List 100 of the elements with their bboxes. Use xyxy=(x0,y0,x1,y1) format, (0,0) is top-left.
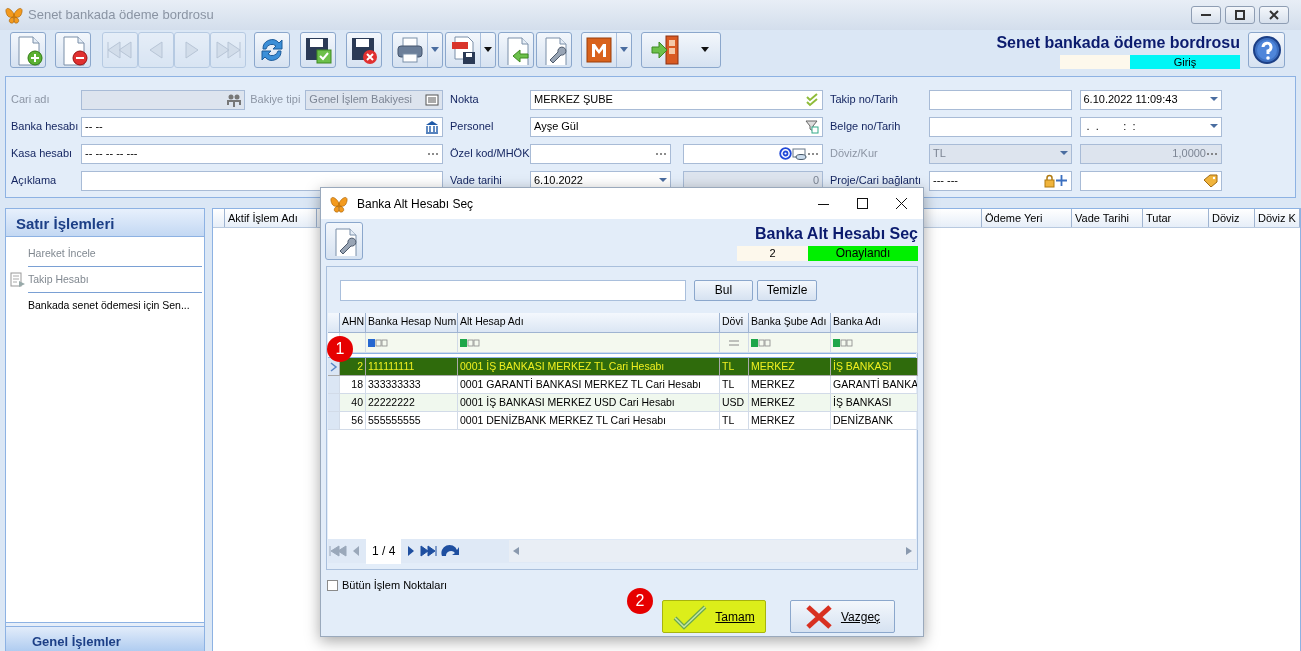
input-field[interactable] xyxy=(1079,170,1222,191)
checkbox[interactable] xyxy=(327,579,338,591)
filter-cell[interactable] xyxy=(831,333,918,353)
wrench-button[interactable] xyxy=(536,32,572,68)
check-icon xyxy=(673,603,708,630)
table-row[interactable]: 2 111111111 0001 İŞ BANKASI MERKEZ TL Cari Hesabı TL MERKEZ İŞ BANKASI xyxy=(328,358,916,376)
checkbox-label: Bütün İşlem Noktaları xyxy=(342,577,448,593)
table-cell: 40 xyxy=(340,394,366,412)
eye-icon xyxy=(792,147,807,160)
maximize-icon xyxy=(857,198,868,209)
search-field[interactable] xyxy=(340,279,686,301)
column-header[interactable]: Tutar xyxy=(1143,209,1209,227)
filter-cell[interactable] xyxy=(458,333,720,353)
first-icon xyxy=(328,544,348,558)
table-cell: İŞ BANKASI xyxy=(831,394,918,412)
app-tile-icon xyxy=(584,35,614,65)
input-field[interactable]: -- -- -- -- --- xyxy=(81,143,443,164)
field-label: Açıklama xyxy=(11,173,58,189)
scroll-left-icon xyxy=(513,547,520,555)
table-cell: MERKEZ xyxy=(749,394,831,412)
table-cell: 56 xyxy=(340,412,366,430)
filter-icon xyxy=(368,337,390,348)
table-cell: MERKEZ xyxy=(749,358,831,376)
panel-title: Satır İşlemleri xyxy=(6,209,204,237)
field-label: Nokta xyxy=(450,92,480,108)
exit-door-button[interactable] xyxy=(641,32,721,68)
table-cell: 0001 DENİZBANK MERKEZ TL Cari Hesabı xyxy=(458,412,720,430)
column-header[interactable]: Banka Hesap Num xyxy=(366,313,458,333)
last-icon xyxy=(419,544,440,558)
dialog-heading: Banka Alt Hesabı Seç xyxy=(754,224,918,244)
save-cancel-button[interactable] xyxy=(346,32,382,68)
cross-icon xyxy=(804,603,833,630)
column-header[interactable]: AHN xyxy=(340,313,366,333)
maximize-button[interactable] xyxy=(1225,6,1255,24)
table-row[interactable]: 40 22222222 0001 İŞ BANKASI MERKEZ USD Cari Hesabı USD MERKEZ İŞ BANKASI xyxy=(328,394,916,412)
first-icon xyxy=(105,39,135,61)
caret-icon xyxy=(1210,97,1218,102)
printer-button[interactable] xyxy=(392,32,443,68)
input-field[interactable] xyxy=(929,89,1072,110)
input-field[interactable] xyxy=(81,170,443,191)
pdf-save-button[interactable] xyxy=(445,32,496,68)
input-field[interactable]: MERKEZ ŞUBE xyxy=(530,89,823,110)
find-button[interactable]: Bul xyxy=(694,279,753,301)
input-field[interactable] xyxy=(530,143,671,164)
document-add-button[interactable] xyxy=(10,32,46,68)
column-header[interactable]: Vade Tarihi xyxy=(1072,209,1143,227)
close-button[interactable] xyxy=(1259,6,1289,24)
last-button[interactable] xyxy=(419,544,440,558)
help-button[interactable] xyxy=(1248,32,1285,68)
minimize-button[interactable] xyxy=(1191,6,1221,24)
plus-icon xyxy=(1054,174,1068,187)
clear-button[interactable]: Temizle xyxy=(757,279,817,301)
table-row[interactable]: 56 555555555 0001 DENİZBANK MERKEZ TL Cari Hesabı TL MERKEZ DENİZBANK xyxy=(328,412,916,430)
document-arrow-button[interactable] xyxy=(498,32,534,68)
document-remove-button[interactable] xyxy=(55,32,91,68)
filter-cell[interactable] xyxy=(366,333,458,353)
save-check-icon xyxy=(303,35,333,65)
scroll-right-icon xyxy=(906,547,912,555)
horizontal-scrollbar[interactable] xyxy=(509,540,916,562)
close-icon xyxy=(1269,10,1279,20)
form-title: Senet bankada ödeme bordrosu xyxy=(996,33,1240,53)
field-label: Bakiye tipi xyxy=(250,92,301,108)
dropdown-field[interactable]: . . : : xyxy=(1079,116,1222,137)
save-check-button[interactable] xyxy=(300,32,336,68)
input-field[interactable] xyxy=(682,143,823,164)
filter-cell[interactable] xyxy=(749,333,831,353)
filter-cell[interactable] xyxy=(720,333,749,353)
input-field[interactable]: Ayşe Gül xyxy=(530,116,823,137)
caret-icon xyxy=(701,47,709,53)
column-header[interactable]: Alt Hesap Adı xyxy=(458,313,720,333)
column-header[interactable]: Aktif İşlem Adı xyxy=(225,209,317,227)
input-field[interactable]: --- --- xyxy=(929,170,1072,191)
list-icon xyxy=(425,93,439,106)
input-field[interactable] xyxy=(929,116,1072,137)
caret-icon xyxy=(1210,124,1218,129)
status-cell: Giriş xyxy=(1130,55,1240,69)
ok-button[interactable]: Tamam xyxy=(662,600,766,633)
dropdown-field[interactable]: 6.10.2022 11:09:43 xyxy=(1079,89,1222,110)
butterfly-icon xyxy=(4,5,24,25)
column-header[interactable]: Döviz xyxy=(1209,209,1255,227)
column-header[interactable]: Ödeme Yeri xyxy=(982,209,1072,227)
input-field[interactable]: -- -- xyxy=(81,116,443,137)
column-header[interactable]: Dövi xyxy=(720,313,749,333)
app-tile-button[interactable] xyxy=(581,32,632,68)
field-label: Banka hesabı xyxy=(11,119,80,135)
table-cell: 0001 İŞ BANKASI MERKEZ TL Cari Hesabı xyxy=(458,358,720,376)
panel-footer[interactable]: Genel İşlemler xyxy=(6,626,204,651)
refresh-button[interactable] xyxy=(254,32,290,68)
field-label: Personel xyxy=(450,119,495,135)
column-header[interactable]: Döviz K xyxy=(1255,209,1300,227)
refresh-button[interactable] xyxy=(439,544,462,558)
settings-button[interactable] xyxy=(325,222,363,260)
caret-icon xyxy=(658,178,667,183)
page-indicator: 1 / 4 xyxy=(366,538,402,564)
menu-item[interactable]: Bankada senet ödemesi için Sen... xyxy=(28,298,190,314)
table-cell: TL xyxy=(720,358,749,376)
column-header[interactable]: Banka Adı xyxy=(831,313,918,333)
column-header[interactable]: Banka Şube Adı xyxy=(749,313,831,333)
field-label: Belge no/Tarih xyxy=(830,119,902,135)
cancel-button[interactable]: Vazgeç xyxy=(790,600,895,633)
